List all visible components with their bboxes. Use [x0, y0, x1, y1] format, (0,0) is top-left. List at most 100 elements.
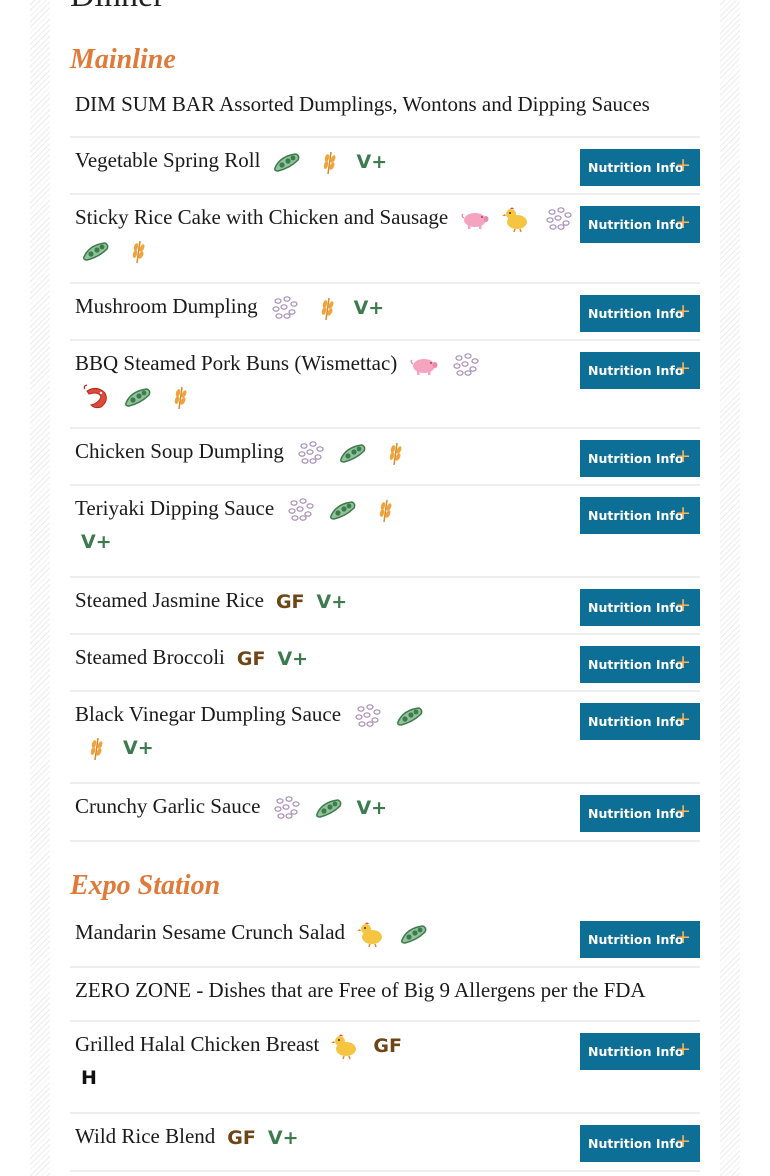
nutrition-info-button[interactable]: Nutrition Info +	[580, 497, 700, 534]
section-title: Mainline	[70, 44, 176, 75]
soy-icon	[123, 383, 153, 411]
item-name: BBQ Steamed Pork Buns (Wismettac)	[75, 351, 398, 375]
nutrition-info-label: Nutrition Info	[588, 600, 684, 615]
nutrition-info-button[interactable]: Nutrition Info +	[580, 795, 700, 832]
halal-icon: H	[81, 1067, 97, 1090]
item-name: Wild Rice Blend	[75, 1124, 216, 1148]
nutrition-info-button[interactable]: Nutrition Info +	[580, 295, 700, 332]
item-name: Sticky Rice Cake with Chicken and Sausag…	[75, 205, 449, 229]
item-name: Chicken Soup Dumpling	[75, 439, 284, 463]
menu-item: Wild Rice Blend GF V+ Nutrition Info +	[70, 1114, 700, 1172]
shellfish-icon	[81, 383, 111, 411]
menu-item-body: Grilled Halal Chicken Breast GF H	[75, 1030, 575, 1096]
item-line: Steamed Broccoli GF V+	[75, 643, 575, 673]
item-line: Mushroom Dumpling V+	[75, 292, 575, 322]
soy-icon	[272, 148, 302, 176]
item-icons-wrap	[75, 383, 575, 415]
nutrition-info-button[interactable]: Nutrition Info +	[580, 1125, 700, 1162]
nutrition-info-button[interactable]: Nutrition Info +	[580, 206, 700, 243]
wheat-icon	[165, 383, 195, 411]
soy-icon	[314, 794, 344, 822]
menu-item-body: Mandarin Sesame Crunch Salad	[75, 918, 575, 948]
wheat-icon	[81, 734, 111, 762]
nutrition-info-label: Nutrition Info	[588, 1044, 684, 1059]
nutrition-info-label: Nutrition Info	[588, 806, 684, 821]
vegan-icon: V+	[356, 797, 388, 820]
nutrition-info-button[interactable]: Nutrition Info +	[580, 589, 700, 626]
nutrition-info-button[interactable]: Nutrition Info +	[580, 921, 700, 958]
soy-icon	[81, 237, 111, 265]
sesame-icon	[272, 794, 302, 822]
chicken-icon	[502, 205, 532, 233]
menu-item-body: BBQ Steamed Pork Buns (Wismettac)	[75, 349, 575, 415]
item-name: DIM SUM BAR Assorted Dumplings, Wontons …	[75, 92, 650, 116]
item-icons-wrap: H	[75, 1064, 575, 1096]
nutrition-info-label: Nutrition Info	[588, 932, 684, 947]
item-line: Sticky Rice Cake with Chicken and Sausag…	[75, 203, 613, 233]
plus-icon: +	[675, 502, 691, 524]
menu-item: Black Vinegar Dumpling Sauce V+ Nutrition …	[70, 692, 700, 784]
menu-item: Steamed Jasmine Rice GF V+ Nutrition Info +	[70, 578, 700, 635]
nutrition-info-label: Nutrition Info	[588, 508, 684, 523]
menu-item-body: Sticky Rice Cake with Chicken and Sausag…	[75, 203, 613, 269]
menu-item-body: Teriyaki Dipping Sauce V+	[75, 494, 575, 560]
nutrition-info-label: Nutrition Info	[588, 217, 684, 232]
menu-item: Steamed Broccoli GF V+ Nutrition Info +	[70, 635, 700, 692]
menu-item-body: ZERO ZONE - Dishes that are Free of Big …	[75, 976, 646, 1004]
gluten-free-icon: GF	[373, 1035, 402, 1058]
menu-item-body: Crunchy Garlic Sauce V+	[75, 792, 575, 822]
vegan-icon: V+	[81, 531, 112, 554]
plus-icon: +	[675, 357, 691, 379]
item-line: Mandarin Sesame Crunch Salad	[75, 918, 575, 948]
vegan-icon: V+	[277, 648, 309, 671]
plus-icon: +	[675, 800, 691, 822]
menu-item-body: Chicken Soup Dumpling	[75, 437, 575, 467]
plus-icon: +	[675, 445, 691, 467]
item-line: BBQ Steamed Pork Buns (Wismettac)	[75, 349, 575, 379]
item-name: Steamed Broccoli	[75, 645, 225, 669]
item-name: Black Vinegar Dumpling Sauce	[75, 702, 342, 726]
wheat-icon	[314, 148, 344, 176]
menu-item: DIM SUM BAR Assorted Dumplings, Wontons …	[70, 82, 700, 138]
menu-item-body: Steamed Broccoli GF V+	[75, 643, 575, 673]
vegan-icon: V+	[316, 591, 348, 614]
menu-item-body: Wild Rice Blend GF V+	[75, 1122, 575, 1152]
nutrition-info-label: Nutrition Info	[588, 714, 684, 729]
nutrition-info-button[interactable]: Nutrition Info +	[580, 440, 700, 477]
soy-icon	[399, 920, 429, 948]
menu-item-body: DIM SUM BAR Assorted Dumplings, Wontons …	[75, 90, 650, 118]
item-name: Teriyaki Dipping Sauce	[75, 496, 275, 520]
nutrition-info-button[interactable]: Nutrition Info +	[580, 1033, 700, 1070]
nutrition-info-label: Nutrition Info	[588, 657, 684, 672]
item-name: Vegetable Spring Roll	[75, 148, 261, 172]
menu-item-body: Black Vinegar Dumpling Sauce V+	[75, 700, 575, 766]
item-line: ZERO ZONE - Dishes that are Free of Big …	[75, 976, 646, 1004]
nutrition-info-button[interactable]: Nutrition Info +	[580, 703, 700, 740]
nutrition-info-label: Nutrition Info	[588, 306, 684, 321]
menu-item: Mandarin Sesame Crunch Salad Nutrition In…	[70, 910, 700, 968]
sesame-icon	[296, 439, 326, 467]
menu-item: BBQ Steamed Pork Buns (Wismettac) Nutriti…	[70, 341, 700, 429]
plus-icon: +	[675, 708, 691, 730]
vegan-icon: V+	[356, 151, 388, 174]
nutrition-info-label: Nutrition Info	[588, 1136, 684, 1151]
menu-item: Crunchy Garlic Sauce V+ Nutrition Info +	[70, 784, 700, 842]
item-name: Crunchy Garlic Sauce	[75, 794, 261, 818]
nutrition-info-button[interactable]: Nutrition Info +	[580, 646, 700, 683]
nutrition-info-button[interactable]: Nutrition Info +	[580, 149, 700, 186]
plus-icon: +	[675, 651, 691, 673]
nutrition-info-label: Nutrition Info	[588, 451, 684, 466]
wheat-icon	[370, 496, 400, 524]
menu-item: ZERO ZONE - Dishes that are Free of Big …	[70, 968, 700, 1022]
nutrition-info-label: Nutrition Info	[588, 363, 684, 378]
item-name: Grilled Halal Chicken Breast	[75, 1032, 320, 1056]
wheat-icon	[380, 439, 410, 467]
item-name: ZERO ZONE - Dishes that are Free of Big …	[75, 978, 646, 1002]
plus-icon: +	[675, 1130, 691, 1152]
wheat-icon	[312, 294, 342, 322]
gluten-free-icon: GF	[236, 648, 266, 671]
menu-item-body: Steamed Jasmine Rice GF V+	[75, 586, 575, 616]
gluten-free-icon: GF	[227, 1127, 256, 1150]
nutrition-info-button[interactable]: Nutrition Info +	[580, 352, 700, 389]
vegan-icon: V+	[267, 1127, 299, 1150]
